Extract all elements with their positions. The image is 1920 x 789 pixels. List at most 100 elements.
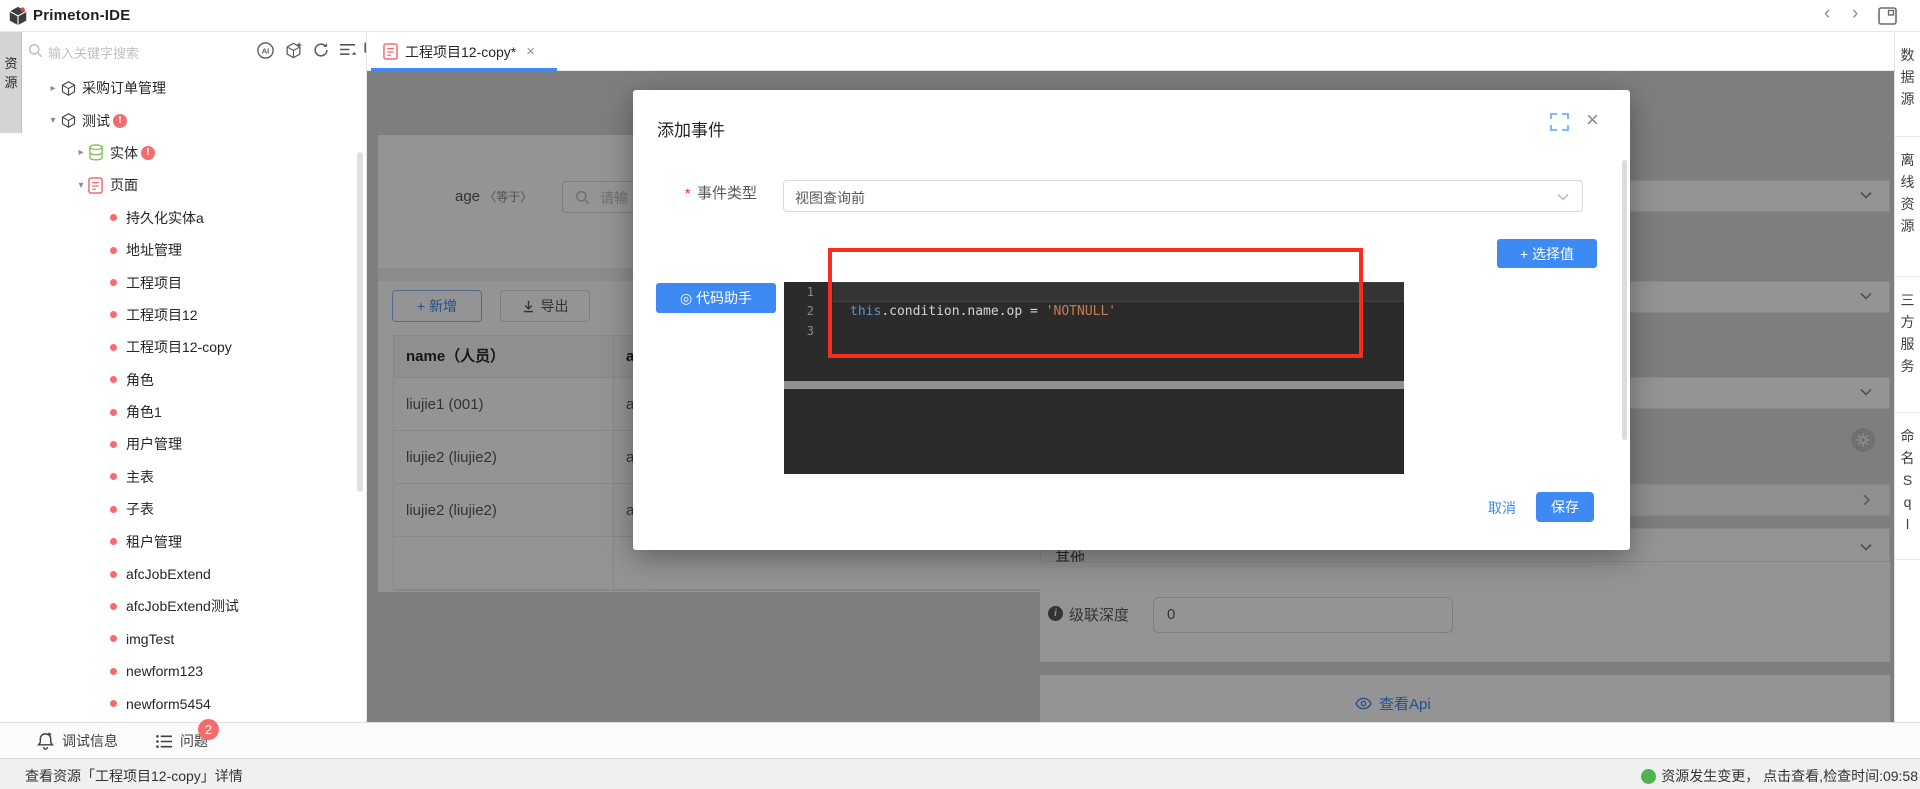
tree-item[interactable]: imgTest	[22, 623, 366, 655]
tree-item-label: 用户管理	[126, 434, 182, 454]
sidebar-search-placeholder: 输入关键字搜索	[48, 43, 139, 62]
tab-close-icon[interactable]: ×	[526, 43, 535, 60]
page-icon	[88, 177, 103, 194]
right-rail: 数据源离线资源三方服务命名Sql	[1894, 32, 1920, 758]
editor-tab-bar: 工程项目12-copy* ×	[367, 32, 1894, 71]
error-badge: !	[141, 146, 155, 160]
tree-item[interactable]: 子表	[22, 493, 366, 525]
item-dot-icon	[110, 635, 117, 642]
left-rail-resources-tab[interactable]: 资 源	[0, 32, 22, 133]
left-rail-label: 源	[0, 73, 22, 92]
app-root: Primeton-IDE ‹ › 资 源 输入关键字搜索 AI 文A ▸采购订单…	[0, 0, 1920, 789]
tree-item[interactable]: ▸ 采购订单管理	[22, 72, 366, 104]
tree-expanded-arrow-icon[interactable]: ▾	[46, 115, 60, 126]
line-number: 1	[784, 285, 826, 299]
tree-item[interactable]: afcJobExtend测试	[22, 590, 366, 622]
page-icon	[383, 43, 398, 60]
tree-collapsed-arrow-icon[interactable]: ▸	[46, 83, 60, 94]
status-green-dot-icon	[1641, 769, 1656, 784]
tree-item[interactable]: afcJobExtend	[22, 558, 366, 590]
tree-item-label: 工程项目	[126, 273, 182, 293]
expand-dialog-icon[interactable]	[1550, 113, 1569, 131]
tree-item[interactable]: 用户管理	[22, 428, 366, 460]
nav-back-icon[interactable]: ‹	[1824, 3, 1830, 25]
refresh-icon[interactable]	[312, 41, 330, 59]
status-bar: 查看资源「工程项目12-copy」详情 资源发生变更， 点击查看,检查时间:09…	[0, 758, 1920, 789]
item-dot-icon	[110, 571, 117, 578]
event-type-select[interactable]: 视图查询前	[783, 180, 1583, 212]
tree-item-label: 工程项目12-copy	[126, 337, 232, 357]
cancel-button[interactable]: 取消	[1488, 498, 1516, 518]
close-dialog-icon[interactable]: ×	[1586, 107, 1599, 133]
tree-item-label: 角色1	[126, 402, 162, 422]
window-layout-icon[interactable]	[1878, 7, 1897, 25]
tree-item[interactable]: 角色	[22, 364, 366, 396]
tree-item[interactable]: 角色1	[22, 396, 366, 428]
package-icon	[60, 112, 77, 129]
tree-item[interactable]: newform5454	[22, 687, 366, 719]
tree-item-label: 实体	[110, 143, 138, 163]
svg-text:AI: AI	[262, 47, 270, 56]
add-event-dialog: 添加事件 × * 事件类型 视图查询前 + 选择值 ◎ 代码助手 1this.c…	[633, 90, 1630, 550]
bottom-tab-row: 调试信息 问题 2	[0, 722, 1920, 758]
tree-item-label: imgTest	[126, 631, 174, 647]
tree-item-label: 角色	[126, 370, 154, 390]
debug-info-tab[interactable]: 调试信息	[36, 723, 118, 759]
sidebar-search[interactable]: 输入关键字搜索 AI 文A	[22, 32, 366, 71]
ai-assist-icon[interactable]: AI	[256, 41, 275, 60]
tree-item[interactable]: ▾ 测试!	[22, 104, 366, 136]
save-button[interactable]: 保存	[1536, 492, 1594, 522]
resource-tree: ▸ 采购订单管理 ▾ 测试! ▸ 实体! ▾页面持久化实体a 地址管理工程项目工程项目12 工程…	[22, 72, 366, 720]
new-module-icon[interactable]	[284, 41, 303, 60]
right-rail-tab[interactable]: 离线资源	[1895, 137, 1920, 277]
tab-project12-copy[interactable]: 工程项目12-copy* ×	[371, 32, 549, 71]
right-rail-tab[interactable]: 命名Sql	[1895, 413, 1920, 560]
tree-item-label: 持久化实体a	[126, 208, 204, 228]
left-rail-label: 资	[0, 54, 22, 73]
tree-expanded-arrow-icon[interactable]: ▾	[74, 180, 88, 191]
dialog-scrollbar[interactable]	[1622, 160, 1627, 440]
item-dot-icon	[110, 700, 117, 707]
status-message: 查看资源「工程项目12-copy」详情	[25, 766, 243, 786]
tree-item-label: 工程项目12	[126, 305, 198, 325]
tree-item-label: 测试	[82, 111, 110, 131]
tree-item[interactable]: newform123	[22, 655, 366, 687]
tree-item[interactable]: 主表	[22, 461, 366, 493]
tree-item[interactable]: 工程项目12-copy	[22, 331, 366, 363]
item-dot-icon	[110, 603, 117, 610]
tree-item-label: 租户管理	[126, 532, 182, 552]
code-assistant-button[interactable]: ◎ 代码助手	[656, 283, 776, 313]
resource-change-notice[interactable]: 资源发生变更， 点击查看,检查时间:09:58	[1641, 766, 1918, 786]
item-dot-icon	[110, 409, 117, 416]
item-dot-icon	[110, 376, 117, 383]
nav-forward-icon[interactable]: ›	[1852, 3, 1858, 25]
tree-item[interactable]: 地址管理	[22, 234, 366, 266]
item-dot-icon	[110, 538, 117, 545]
tree-item-label: afcJobExtend	[126, 566, 211, 582]
tree-item[interactable]: ▾页面	[22, 169, 366, 201]
list-icon	[156, 734, 173, 749]
tree-item-label: 采购订单管理	[82, 78, 166, 98]
sidebar-scrollbar[interactable]	[357, 152, 363, 492]
tree-item[interactable]: ▸ 实体!	[22, 137, 366, 169]
tree-collapsed-arrow-icon[interactable]: ▸	[74, 147, 88, 158]
debug-info-label: 调试信息	[62, 731, 118, 751]
tree-item[interactable]: 工程项目	[22, 266, 366, 298]
tree-item[interactable]: 租户管理	[22, 525, 366, 557]
resource-change-text: 资源发生变更， 点击查看,检查时间:09:58	[1661, 766, 1918, 786]
tree-item-label: 主表	[126, 467, 154, 487]
pick-value-button[interactable]: + 选择值	[1497, 239, 1597, 268]
item-dot-icon	[110, 441, 117, 448]
right-rail-tab[interactable]: 数据源	[1895, 32, 1920, 137]
sort-filter-icon[interactable]	[338, 41, 357, 58]
dialog-title: 添加事件	[657, 116, 725, 141]
editor-horizontal-scrollbar[interactable]	[784, 381, 1404, 389]
tree-item[interactable]: 持久化实体a	[22, 202, 366, 234]
right-rail-tab[interactable]: 三方服务	[1895, 277, 1920, 413]
item-dot-icon	[110, 311, 117, 318]
resource-sidebar: 输入关键字搜索 AI 文A ▸ 采购订单管理 ▾ 测试! ▸ 实体! ▾页面持久化实体a 地址…	[22, 32, 366, 722]
error-badge: !	[113, 114, 127, 128]
tree-item[interactable]: 工程项目12	[22, 299, 366, 331]
item-dot-icon	[110, 247, 117, 254]
event-type-value: 视图查询前	[795, 188, 865, 208]
